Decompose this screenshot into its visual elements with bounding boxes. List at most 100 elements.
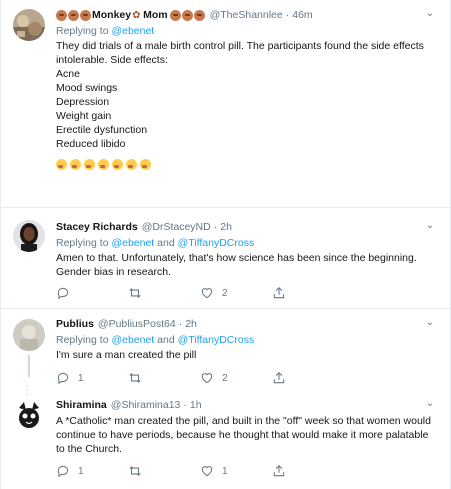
user-handle[interactable]: @DrStaceyND bbox=[142, 220, 211, 234]
like-button[interactable]: 1 bbox=[200, 464, 272, 478]
like-count: 2 bbox=[222, 287, 228, 299]
tweet-text: I'm sure a man created the pill bbox=[56, 349, 197, 361]
display-name-suffix[interactable]: Mom bbox=[143, 8, 168, 22]
separator-dot: · bbox=[213, 221, 218, 233]
heart-icon bbox=[200, 371, 214, 385]
monkey-emoji-icon bbox=[68, 9, 79, 21]
share-icon bbox=[272, 286, 286, 300]
like-button[interactable]: 2 bbox=[200, 371, 272, 385]
retweet-icon bbox=[128, 464, 142, 478]
retweet-button[interactable] bbox=[128, 371, 200, 385]
retweet-icon bbox=[128, 286, 142, 300]
share-icon bbox=[272, 464, 286, 478]
reply-mention[interactable]: @TiffanyDCross bbox=[178, 334, 255, 346]
avatar[interactable] bbox=[13, 9, 45, 41]
thinking-face-icon bbox=[140, 159, 151, 170]
separator-dot: · bbox=[183, 399, 187, 411]
reply-button[interactable]: 1 bbox=[56, 371, 128, 385]
thinking-face-icon bbox=[70, 159, 81, 170]
reply-joiner: and bbox=[157, 237, 175, 249]
reply-mention[interactable]: @ebenet bbox=[111, 334, 154, 346]
like-button[interactable]: 2 bbox=[200, 286, 272, 300]
tweet-actions: 1 1 bbox=[56, 464, 396, 478]
timestamp[interactable]: 2h bbox=[220, 220, 232, 234]
share-icon bbox=[272, 371, 286, 385]
thinking-face-icon bbox=[126, 159, 137, 170]
user-handle[interactable]: @Shiramina13 bbox=[111, 398, 181, 412]
replying-to: Replying to @ebenet and @TiffanyDCross bbox=[56, 333, 438, 347]
thinking-face-icon bbox=[56, 159, 67, 170]
user-handle[interactable]: @PubliusPost64 bbox=[98, 317, 176, 331]
user-handle[interactable]: @TheShannlee bbox=[210, 8, 283, 22]
retweet-button[interactable] bbox=[128, 286, 200, 300]
thinking-face-icon bbox=[84, 159, 95, 170]
reply-icon bbox=[56, 371, 70, 385]
thinking-face-icon bbox=[98, 159, 109, 170]
monkey-emoji-icon bbox=[169, 9, 181, 21]
timestamp[interactable]: 46m bbox=[292, 8, 312, 22]
chevron-down-icon[interactable]: ⌄ bbox=[424, 8, 436, 20]
monkey-emoji-icon bbox=[193, 9, 205, 21]
tweet[interactable]: Stacey Richards @DrStaceyND · 2h Replyin… bbox=[1, 208, 450, 309]
share-button[interactable] bbox=[272, 464, 344, 478]
tweet[interactable]: Shiramina @Shiramina13 · 1h A *Catholic*… bbox=[1, 398, 450, 489]
replying-to: Replying to @ebenet and @TiffanyDCross bbox=[56, 236, 438, 250]
thread-connector bbox=[28, 355, 30, 377]
reply-mention[interactable]: @ebenet bbox=[111, 25, 154, 37]
chevron-down-icon[interactable]: ⌄ bbox=[424, 317, 436, 329]
thinking-face-icon bbox=[112, 159, 123, 170]
timestamp[interactable]: 2h bbox=[185, 317, 197, 331]
tweet-actions: 2 bbox=[56, 286, 396, 300]
reply-prefix: Replying to bbox=[56, 237, 109, 249]
tweet-header: Monkey ✿ Mom @TheShannlee · 46m bbox=[56, 8, 438, 22]
avatar[interactable] bbox=[13, 319, 45, 351]
reply-button[interactable] bbox=[56, 286, 128, 300]
replying-to: Replying to @ebenet bbox=[56, 24, 438, 38]
tweet-text: They did trials of a male birth control … bbox=[56, 40, 424, 150]
avatar[interactable] bbox=[13, 400, 45, 432]
display-name[interactable]: Stacey Richards bbox=[56, 220, 138, 234]
tweet-header: Shiramina @Shiramina13 · 1h bbox=[56, 398, 438, 412]
tweet-header: Stacey Richards @DrStaceyND · 2h bbox=[56, 220, 438, 234]
like-count: 2 bbox=[222, 372, 228, 384]
share-button[interactable] bbox=[272, 286, 344, 300]
display-name[interactable]: Shiramina bbox=[56, 398, 107, 412]
reply-prefix: Replying to bbox=[56, 334, 109, 346]
like-count: 1 bbox=[222, 465, 228, 477]
display-name[interactable]: Monkey bbox=[92, 8, 131, 22]
separator-dot: · bbox=[178, 318, 183, 330]
monkey-emoji-icon bbox=[80, 9, 91, 21]
chevron-down-icon[interactable]: ⌄ bbox=[424, 398, 436, 410]
squirrel-emoji-icon: ✿ bbox=[132, 9, 141, 21]
reply-button[interactable]: 1 bbox=[56, 464, 128, 478]
reply-icon bbox=[56, 286, 70, 300]
avatar[interactable] bbox=[13, 220, 45, 252]
tweet-text: A *Catholic* man created the pill, and b… bbox=[56, 415, 434, 455]
thread-more-indicator[interactable]: ⋮ bbox=[21, 384, 33, 396]
heart-icon bbox=[200, 286, 214, 300]
timestamp[interactable]: 1h bbox=[190, 398, 202, 412]
reply-prefix: Replying to bbox=[56, 25, 109, 37]
tweet[interactable]: Monkey ✿ Mom @TheShannlee · 46m Replying… bbox=[1, 0, 450, 208]
tweet-header: Publius @PubliusPost64 · 2h bbox=[56, 317, 438, 331]
thinking-emojis bbox=[56, 159, 438, 173]
monkey-emoji-icon bbox=[56, 9, 67, 21]
retweet-button[interactable] bbox=[128, 464, 200, 478]
display-name[interactable]: Publius bbox=[56, 317, 94, 331]
monkey-emoji-icon bbox=[181, 9, 193, 21]
reply-icon bbox=[56, 464, 70, 478]
reply-mention[interactable]: @ebenet bbox=[111, 237, 154, 249]
share-button[interactable] bbox=[272, 371, 344, 385]
chevron-down-icon[interactable]: ⌄ bbox=[424, 220, 436, 232]
tweet-text: Amen to that. Unfortunately, that's how … bbox=[56, 252, 420, 278]
heart-icon bbox=[200, 464, 214, 478]
tweet-actions: 1 2 bbox=[56, 371, 396, 385]
reply-joiner: and bbox=[157, 334, 175, 346]
separator-dot: · bbox=[285, 9, 290, 21]
reply-mention[interactable]: @TiffanyDCross bbox=[178, 237, 255, 249]
tweet[interactable]: Publius @PubliusPost64 · 2h Replying to … bbox=[1, 309, 450, 398]
reply-count: 1 bbox=[78, 372, 84, 384]
tweet-feed: Monkey ✿ Mom @TheShannlee · 46m Replying… bbox=[0, 0, 451, 489]
reply-count: 1 bbox=[78, 465, 84, 477]
retweet-icon bbox=[128, 371, 142, 385]
